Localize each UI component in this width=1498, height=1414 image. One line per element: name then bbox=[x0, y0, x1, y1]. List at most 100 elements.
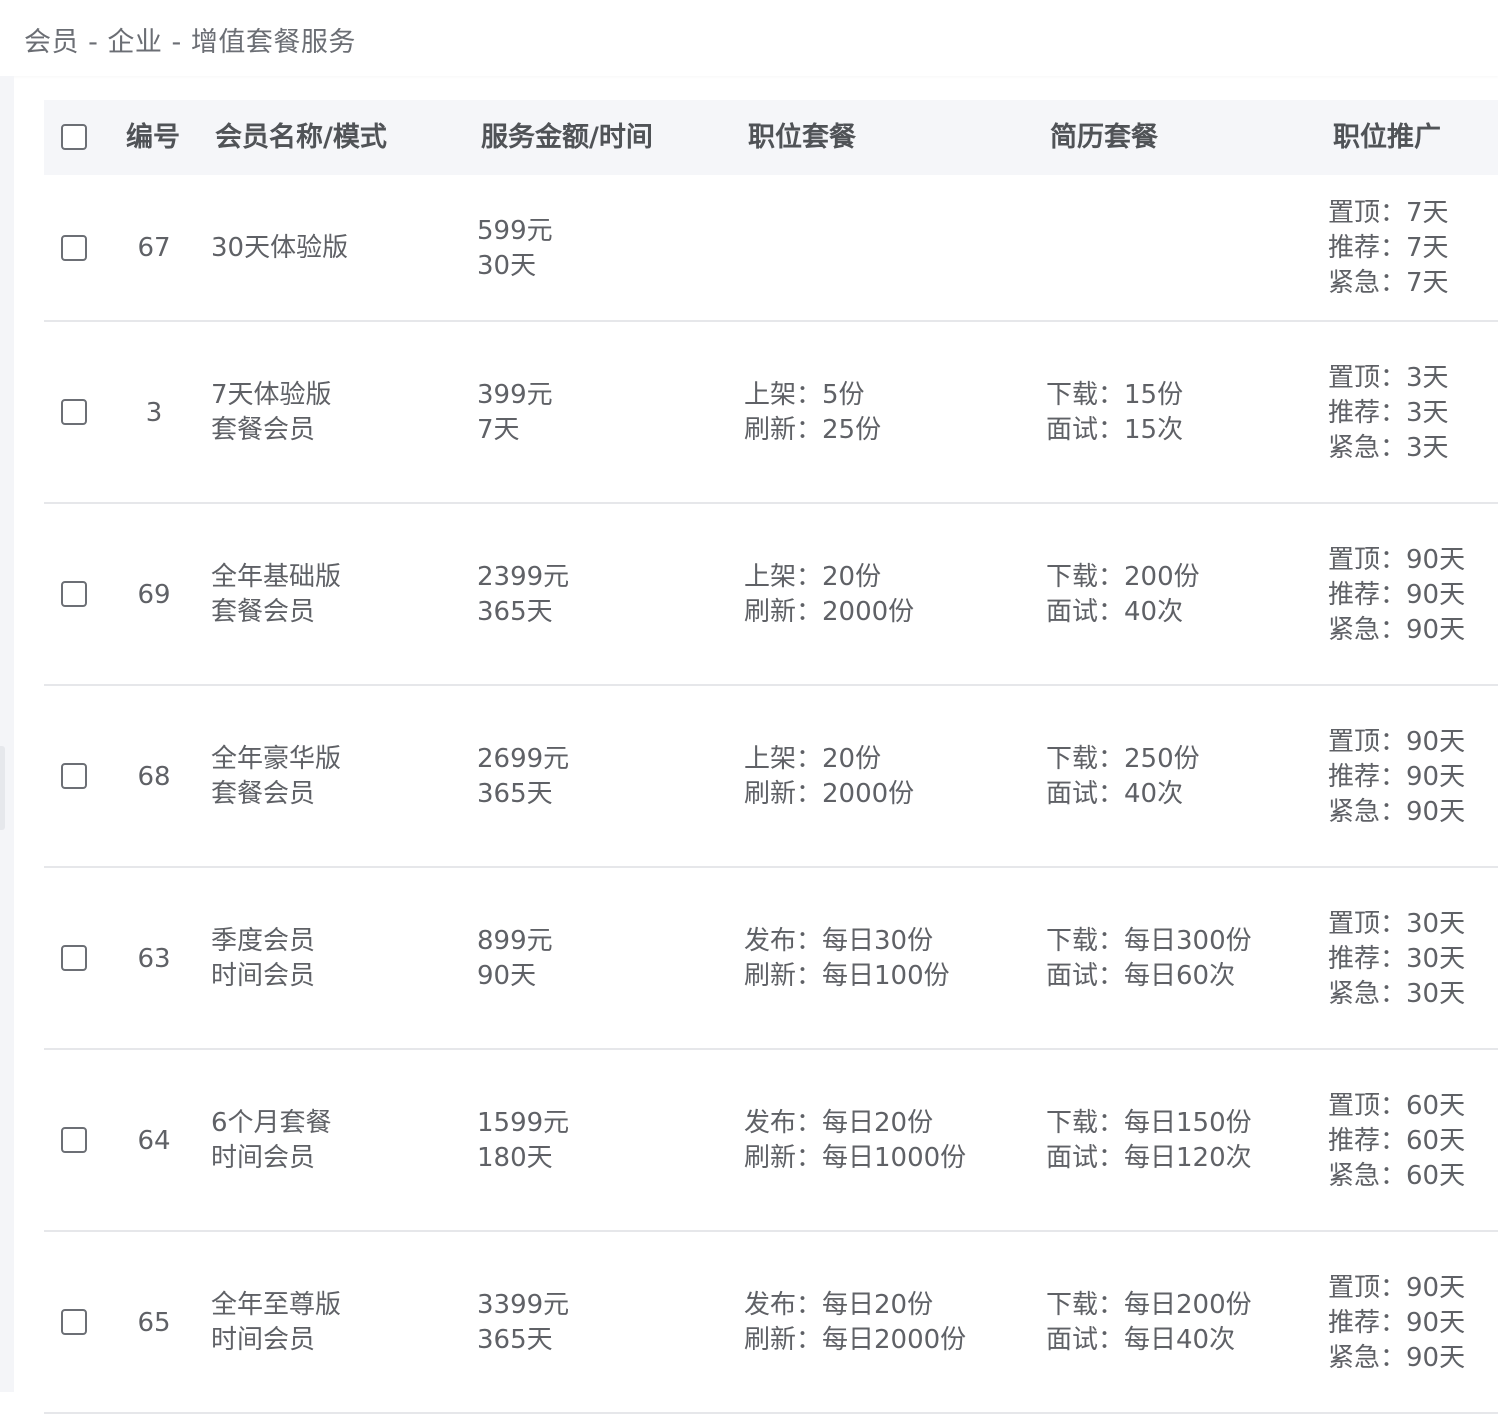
row-id: 67 bbox=[137, 233, 171, 263]
select-all-checkbox[interactable] bbox=[61, 124, 87, 150]
package-price-line: 365天 bbox=[477, 779, 553, 809]
package-name-line: 30天体验版 bbox=[211, 233, 349, 263]
table-row[interactable]: 69 全年基础版 套餐会员 2399元 365天 上架：20份 刷新：2000份 下载：200… bbox=[44, 504, 1498, 686]
resume-quota-line: 面试：40次 bbox=[1046, 597, 1184, 627]
resume-quota: 下载：每日200份 面试：每日40次 bbox=[1046, 1288, 1252, 1358]
job-promotion-line: 紧急：90天 bbox=[1328, 796, 1466, 827]
job-promotion-line: 推荐：90天 bbox=[1328, 1307, 1466, 1338]
row-checkbox[interactable] bbox=[61, 234, 87, 261]
package-name: 季度会员 时间会员 bbox=[211, 924, 315, 994]
package-price: 1599元 180天 bbox=[477, 1106, 569, 1176]
row-id: 63 bbox=[137, 943, 171, 974]
left-rail bbox=[0, 76, 14, 1392]
row-checkbox[interactable] bbox=[61, 399, 87, 425]
job-quota-line: 上架：5份 bbox=[744, 380, 865, 410]
resume-quota-line: 下载：每日150份 bbox=[1046, 1108, 1252, 1138]
package-name: 7天体验版套餐会员 bbox=[211, 378, 332, 448]
resume-quota-line: 面试：每日40次 bbox=[1046, 1325, 1236, 1355]
package-price: 399元 7天 bbox=[477, 378, 553, 448]
job-promotion-line: 置顶：90天 bbox=[1328, 544, 1466, 575]
job-quota-line: 刷新：每日2000份 bbox=[744, 1325, 967, 1355]
package-name-line: 季度会员 bbox=[211, 926, 316, 956]
job-promotion: 置顶：30天 推荐：30天 紧急：30天 bbox=[1328, 907, 1465, 1012]
package-price: 3399元 365天 bbox=[477, 1288, 569, 1358]
job-quota-line: 发布：每日20份 bbox=[744, 1108, 934, 1138]
resume-quota-line: 下载：15份 bbox=[1046, 380, 1184, 410]
row-id: 65 bbox=[137, 1307, 171, 1338]
package-price-line: 365天 bbox=[477, 1325, 553, 1355]
package-price-line: 3399元 bbox=[477, 1290, 570, 1320]
package-name: 6个月套餐 时间会员 bbox=[211, 1106, 332, 1176]
job-promotion-line: 紧急：90天 bbox=[1328, 614, 1466, 645]
sidebar-collapse-handle[interactable] bbox=[0, 746, 5, 830]
package-name-line: 时间会员 bbox=[211, 1325, 316, 1355]
job-promotion-line: 置顶：90天 bbox=[1328, 726, 1466, 757]
resume-quota-line: 下载：250份 bbox=[1046, 744, 1200, 774]
resume-quota-line: 面试：40次 bbox=[1046, 779, 1184, 809]
job-promotion-line: 紧急：60天 bbox=[1328, 1160, 1466, 1191]
package-price: 2399元 365天 bbox=[477, 560, 569, 630]
column-header-promo[interactable]: 职位推广 bbox=[1333, 100, 1441, 175]
job-quota-line: 上架：20份 bbox=[744, 744, 882, 774]
table-body: 67 30天体验版 599元 30天 置顶：7天 推荐：7天 紧急：7天 3 7天体验版 套餐会员… bbox=[44, 175, 1498, 1414]
table-header: 编号 会员名称/模式 服务金额/时间 职位套餐 简历套餐 职位推广 bbox=[44, 100, 1498, 175]
row-checkbox[interactable] bbox=[61, 945, 87, 971]
job-quota-line: 发布：每日30份 bbox=[744, 926, 934, 956]
package-name: 全年至尊版 时间会员 bbox=[211, 1288, 341, 1358]
job-promotion-line: 紧急：30天 bbox=[1328, 978, 1466, 1009]
package-name-line: 全年豪华版 bbox=[211, 744, 342, 774]
column-header-jobs[interactable]: 职位套餐 bbox=[748, 100, 856, 175]
package-name: 全年基础版 套餐会员 bbox=[211, 560, 341, 630]
row-checkbox[interactable] bbox=[61, 763, 87, 789]
job-promotion-line: 置顶：90天 bbox=[1328, 1272, 1466, 1303]
package-price-line: 599元 bbox=[477, 215, 553, 246]
row-id: 69 bbox=[137, 579, 171, 610]
job-promotion: 置顶：60天 推荐：60天 紧急：60天 bbox=[1328, 1089, 1465, 1194]
job-promotion-line: 紧急：3天 bbox=[1328, 432, 1449, 463]
resume-quota-line: 面试：15次 bbox=[1046, 415, 1184, 445]
package-price-line: 180天 bbox=[477, 1143, 553, 1173]
package-price: 599元 30天 bbox=[477, 214, 553, 284]
job-promotion-line: 置顶：3天 bbox=[1328, 362, 1449, 393]
table-row[interactable]: 65 全年至尊版 时间会员 3399元 365天 发布：每日20份刷新：每日2000份 下载… bbox=[44, 1232, 1498, 1414]
package-name-line: 7天体验版 bbox=[211, 380, 332, 410]
job-quota-line: 刷新：25份 bbox=[744, 415, 882, 445]
resume-quota-line: 面试：每日60次 bbox=[1046, 961, 1236, 991]
job-promotion: 置顶：90天 推荐：90天 紧急：90天 bbox=[1328, 1271, 1465, 1376]
package-name-line: 套餐会员 bbox=[211, 779, 316, 809]
column-header-name[interactable]: 会员名称/模式 bbox=[215, 100, 387, 175]
package-price: 899元 90天 bbox=[477, 924, 553, 994]
job-promotion: 置顶：3天 推荐：3天 紧急：3天 bbox=[1328, 361, 1449, 466]
job-quota-line: 上架：20份 bbox=[744, 562, 882, 592]
package-name-line: 套餐会员 bbox=[211, 597, 316, 627]
table-row[interactable]: 63 季度会员 时间会员 899元 90天 发布：每日30份 刷新：每日100份 下载：每日3… bbox=[44, 868, 1498, 1050]
row-checkbox[interactable] bbox=[61, 1309, 87, 1335]
package-name-line: 套餐会员 bbox=[211, 415, 316, 445]
package-price-line: 2399元 bbox=[477, 562, 570, 592]
resume-quota-line: 下载：200份 bbox=[1046, 562, 1200, 592]
job-promotion: 置顶：90天 推荐：90天 紧急：90天 bbox=[1328, 543, 1465, 648]
column-header-price[interactable]: 服务金额/时间 bbox=[481, 100, 653, 175]
row-checkbox[interactable] bbox=[61, 581, 87, 607]
package-price-line: 365天 bbox=[477, 597, 553, 627]
table-row[interactable]: 3 7天体验版 套餐会员 399元 7天 上架：5份 刷新：25份 下载：15份 面试：15次 置… bbox=[44, 322, 1498, 504]
job-quota: 上架：5份刷新：25份 bbox=[744, 378, 881, 448]
breadcrumb: 会员 - 企业 - 增值套餐服务 bbox=[24, 27, 356, 58]
row-id: 68 bbox=[137, 761, 171, 792]
table-row[interactable]: 67 30天体验版 599元 30天 置顶：7天 推荐：7天 紧急：7天 bbox=[44, 175, 1498, 322]
column-header-resume[interactable]: 简历套餐 bbox=[1050, 100, 1158, 175]
job-promotion-line: 紧急：7天 bbox=[1328, 268, 1449, 298]
job-promotion-line: 推荐：7天 bbox=[1328, 233, 1449, 263]
table-row[interactable]: 68 全年豪华版套餐会员 2699元 365天 上架：20份 刷新：2000份 下载：250… bbox=[44, 686, 1498, 868]
job-quota-line: 发布：每日20份 bbox=[744, 1290, 934, 1320]
row-checkbox[interactable] bbox=[61, 1127, 87, 1153]
job-promotion-line: 推荐：90天 bbox=[1328, 579, 1466, 610]
column-header-id[interactable]: 编号 bbox=[126, 100, 180, 175]
job-quota: 发布：每日20份刷新：每日2000份 bbox=[744, 1288, 966, 1358]
package-price: 2699元 365天 bbox=[477, 742, 569, 812]
job-quota: 发布：每日30份 刷新：每日100份 bbox=[744, 924, 950, 994]
package-name-line: 全年基础版 bbox=[211, 562, 342, 592]
job-quota: 上架：20份 刷新：2000份 bbox=[744, 742, 914, 812]
table-row[interactable]: 64 6个月套餐 时间会员 1599元 180天 发布：每日20份 刷新：每日1000份 下载… bbox=[44, 1050, 1498, 1232]
resume-quota-line: 面试：每日120次 bbox=[1046, 1143, 1252, 1173]
